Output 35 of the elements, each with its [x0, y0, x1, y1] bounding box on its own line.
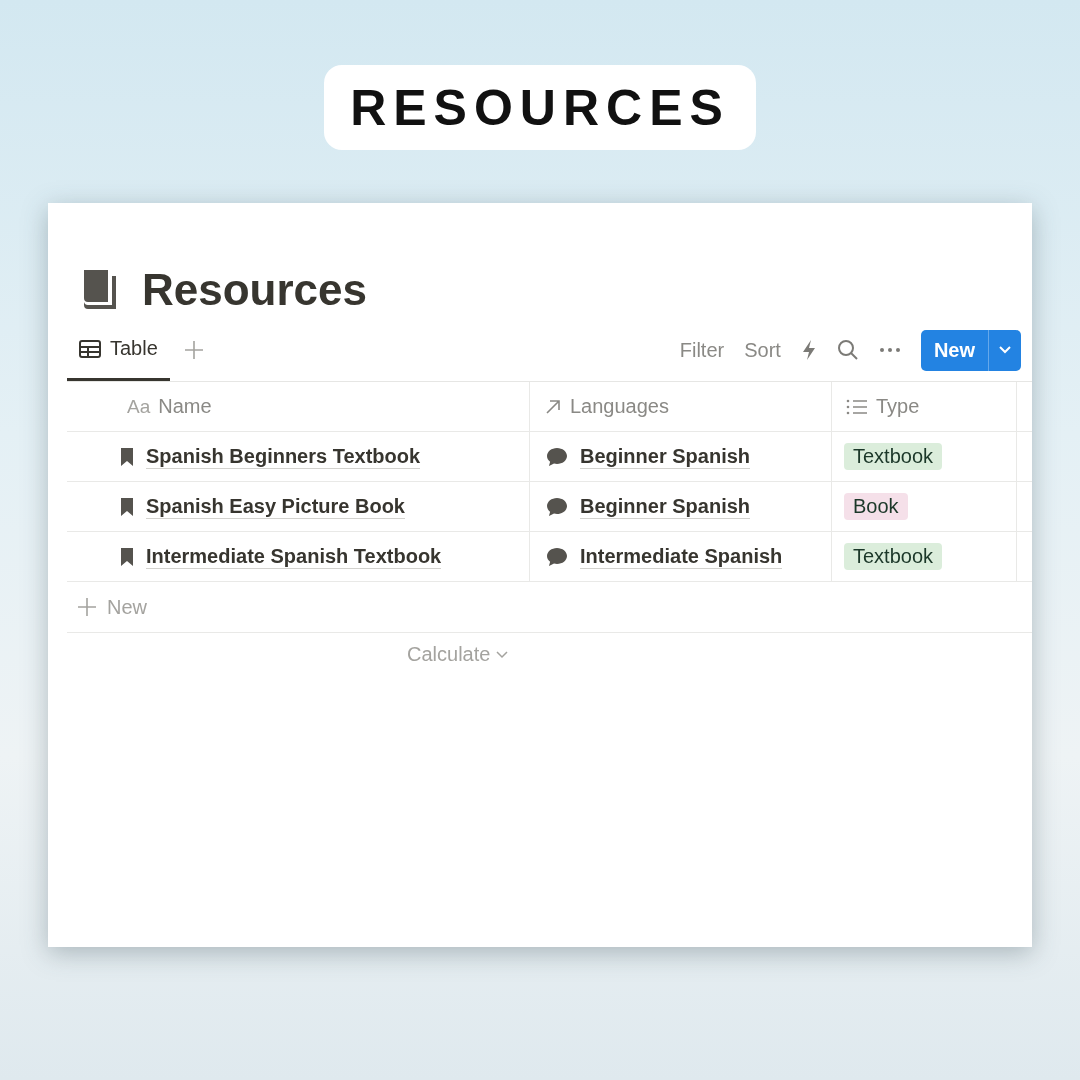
row-title-link[interactable]: Spanish Beginners Textbook	[146, 444, 421, 469]
view-tab[interactable]: Table	[67, 319, 170, 381]
page-title: Resources	[142, 265, 367, 315]
relation-link[interactable]: Beginner Spanish	[580, 444, 751, 469]
relation-link[interactable]: Beginner Spanish	[580, 494, 751, 519]
speech-bubble-icon	[546, 546, 568, 567]
bookmark-icon	[120, 446, 134, 467]
banner-title: RESOURCES	[324, 65, 756, 150]
new-row-button[interactable]: New	[67, 582, 1032, 633]
chevron-down-icon	[496, 650, 509, 659]
column-header[interactable]: Type	[832, 382, 1017, 432]
type-tag: Book	[844, 493, 908, 520]
type-tag: Textbook	[844, 443, 943, 470]
filter-button[interactable]: Filter	[679, 338, 725, 362]
calculate-button[interactable]: Calculate	[407, 643, 509, 666]
speech-bubble-icon	[546, 496, 568, 517]
table-icon	[79, 339, 101, 358]
bookmark-icon	[120, 496, 134, 517]
search-icon[interactable]	[836, 339, 859, 361]
row-title-link[interactable]: Spanish Easy Picture Book	[146, 494, 405, 519]
bookmark-icon	[120, 546, 134, 567]
lightning-icon[interactable]	[800, 339, 817, 361]
sort-button[interactable]: Sort	[744, 338, 781, 362]
new-button[interactable]: New	[920, 329, 1021, 371]
more-icon[interactable]	[878, 347, 901, 353]
relation-link[interactable]: Intermediate Spanish	[580, 544, 783, 569]
type-tag: Textbook	[844, 543, 943, 570]
row-title-link[interactable]: Intermediate Spanish Textbook	[146, 544, 442, 569]
plus-icon	[77, 597, 97, 617]
speech-bubble-icon	[546, 446, 568, 467]
column-header[interactable]: Aa Name	[67, 382, 530, 432]
column-header[interactable]: Languages	[530, 382, 832, 432]
caret-icon[interactable]	[998, 346, 1012, 354]
arrow-up-right-icon	[544, 397, 562, 416]
list-icon	[846, 398, 868, 415]
